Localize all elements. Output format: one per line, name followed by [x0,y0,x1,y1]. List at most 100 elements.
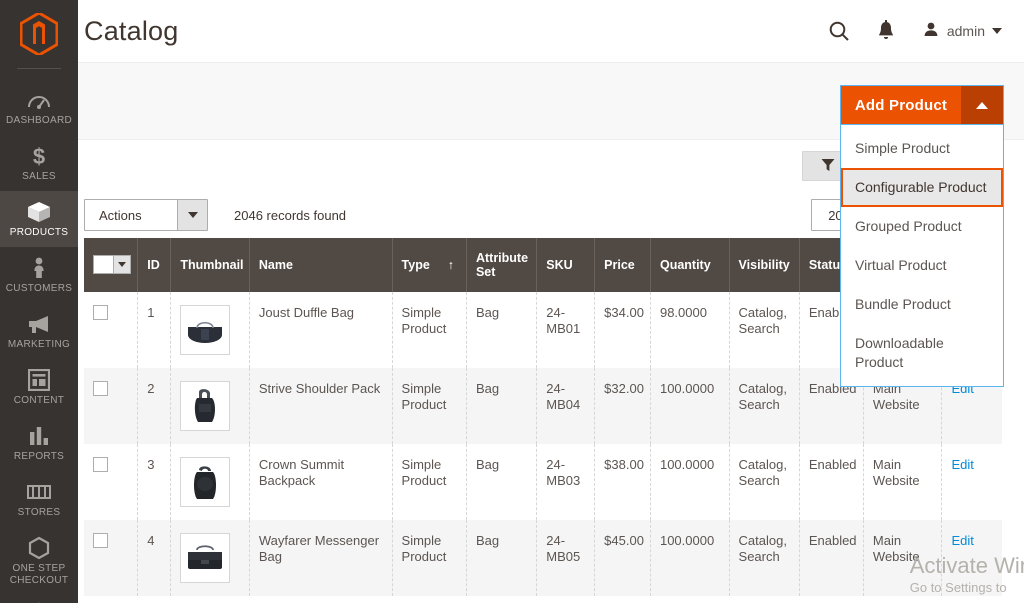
main-content: Catalog admin [78,0,1024,603]
sort-ascending-icon: ↑ [448,258,454,272]
magento-logo-icon [20,13,58,55]
search-icon[interactable] [828,20,850,42]
table-row[interactable]: 4 Wayfarer Messenger Bag Simple Product … [84,520,1002,596]
row-select-cell[interactable] [84,292,138,368]
cell-sku: 24-MB04 [537,368,595,444]
records-found: 2046 records found [234,208,346,223]
sidebar-item-stores[interactable]: STORES [0,471,78,527]
megaphone-icon [2,312,76,336]
cell-type: Simple Product [392,292,466,368]
cell-action[interactable]: Edit [942,444,1002,520]
actions-dropdown[interactable]: Actions [84,199,208,231]
cell-websites: Main Website [863,444,942,520]
cell-price: $32.00 [595,368,651,444]
admin-page: DASHBOARD $ SALES PRODUCTS CUSTOMERS MAR… [0,0,1024,603]
actions-label: Actions [85,200,177,230]
top-bar-actions: admin [828,20,1002,42]
th-sku[interactable]: SKU [537,238,595,292]
cell-websites: Main Website [863,520,942,596]
bar-chart-icon [2,424,76,448]
row-select-cell[interactable] [84,520,138,596]
edit-link[interactable]: Edit [951,457,973,472]
add-product-menu: Simple Product Configurable Product Grou… [840,125,1004,387]
cell-sku: 24-MB05 [537,520,595,596]
th-visibility[interactable]: Visibility [729,238,799,292]
user-menu[interactable]: admin [922,21,1002,42]
user-avatar-icon [922,21,940,42]
cell-attribute-set: Bag [466,292,536,368]
add-product-dropdown: Add Product Simple Product Configurable … [840,85,1004,387]
cell-attribute-set: Bag [466,444,536,520]
add-product-label: Add Product [841,86,961,124]
sidebar-item-marketing[interactable]: MARKETING [0,303,78,359]
select-all-checkbox[interactable] [93,255,131,274]
cell-action[interactable]: Edit [942,520,1002,596]
th-type[interactable]: Type ↑ [392,238,466,292]
cell-type: Simple Product [392,368,466,444]
cell-name: Crown Summit Backpack [249,444,392,520]
menu-item-configurable-product[interactable]: Configurable Product [841,168,1003,207]
row-checkbox[interactable] [93,305,108,320]
menu-item-bundle-product[interactable]: Bundle Product [841,285,1003,324]
sidebar-item-reports[interactable]: REPORTS [0,415,78,471]
cell-thumbnail [171,444,250,520]
row-checkbox[interactable] [93,533,108,548]
sidebar-item-content[interactable]: CONTENT [0,359,78,415]
sidebar: DASHBOARD $ SALES PRODUCTS CUSTOMERS MAR… [0,0,78,603]
sidebar-item-partial[interactable] [0,595,78,603]
edit-link[interactable]: Edit [951,533,973,548]
row-select-cell[interactable] [84,444,138,520]
th-name[interactable]: Name [249,238,392,292]
cell-quantity: 100.0000 [650,444,729,520]
duffle-bag-thumbnail [180,305,230,355]
th-price[interactable]: Price [595,238,651,292]
cell-type: Simple Product [392,444,466,520]
user-name: admin [947,23,985,39]
cell-quantity: 100.0000 [650,368,729,444]
sidebar-item-dashboard[interactable]: DASHBOARD [0,79,78,135]
sidebar-item-products[interactable]: PRODUCTS [0,191,78,247]
cell-quantity: 98.0000 [650,292,729,368]
cell-type: Simple Product [392,520,466,596]
table-row[interactable]: 3 Crown Summit Backpack Simple Product B… [84,444,1002,520]
svg-text:$: $ [33,144,45,168]
menu-item-virtual-product[interactable]: Virtual Product [841,246,1003,285]
cell-thumbnail [171,368,250,444]
sidebar-label-products: PRODUCTS [2,227,76,239]
menu-item-simple-product[interactable]: Simple Product [841,129,1003,168]
top-bar: Catalog admin [78,0,1024,62]
sidebar-label-stores: STORES [2,507,76,519]
bell-icon[interactable] [876,20,896,42]
menu-item-grouped-product[interactable]: Grouped Product [841,207,1003,246]
th-quantity[interactable]: Quantity [650,238,729,292]
menu-item-downloadable-product[interactable]: Downloadable Product [841,324,941,382]
cell-visibility: Catalog, Search [729,520,799,596]
th-attribute-set[interactable]: Attribute Set [466,238,536,292]
messenger-bag-thumbnail [180,533,230,583]
th-type-label: Type [402,258,430,272]
th-thumbnail[interactable]: Thumbnail [171,238,250,292]
layout-icon [2,368,76,392]
add-product-toggle[interactable] [961,86,1003,124]
cell-sku: 24-MB03 [537,444,595,520]
add-product-button[interactable]: Add Product [840,85,1004,125]
row-checkbox[interactable] [93,381,108,396]
row-select-cell[interactable] [84,368,138,444]
th-id[interactable]: ID [138,238,171,292]
box-icon [2,200,76,224]
row-checkbox[interactable] [93,457,108,472]
sidebar-item-one-step-checkout[interactable]: ONE STEP CHECKOUT [0,527,78,595]
sidebar-item-sales[interactable]: $ SALES [0,135,78,191]
cell-price: $38.00 [595,444,651,520]
dashboard-icon [2,88,76,112]
cell-sku: 24-MB01 [537,292,595,368]
cell-status: Enabled [799,520,863,596]
hexagon-icon [2,536,76,560]
sidebar-item-customers[interactable]: CUSTOMERS [0,247,78,303]
cell-price: $45.00 [595,520,651,596]
magento-logo[interactable] [0,0,78,68]
sidebar-label-sales: SALES [2,171,76,183]
cell-id: 2 [138,368,171,444]
sidebar-label-dashboard: DASHBOARD [2,115,76,127]
th-select-all[interactable] [84,238,138,292]
